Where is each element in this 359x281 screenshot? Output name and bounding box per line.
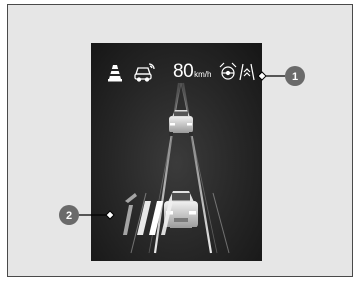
speed-readout: 80km/h (173, 61, 211, 83)
steering-assist-icon (219, 62, 237, 80)
traffic-cone-icon (108, 65, 122, 82)
lead-vehicle (169, 110, 193, 136)
speed-value: 80 (173, 61, 194, 82)
autonomous-car-icon (134, 63, 155, 82)
speed-unit: km/h (194, 70, 212, 79)
lane-keeping-icon (239, 63, 255, 81)
instrument-display: 80km/h (91, 43, 262, 261)
